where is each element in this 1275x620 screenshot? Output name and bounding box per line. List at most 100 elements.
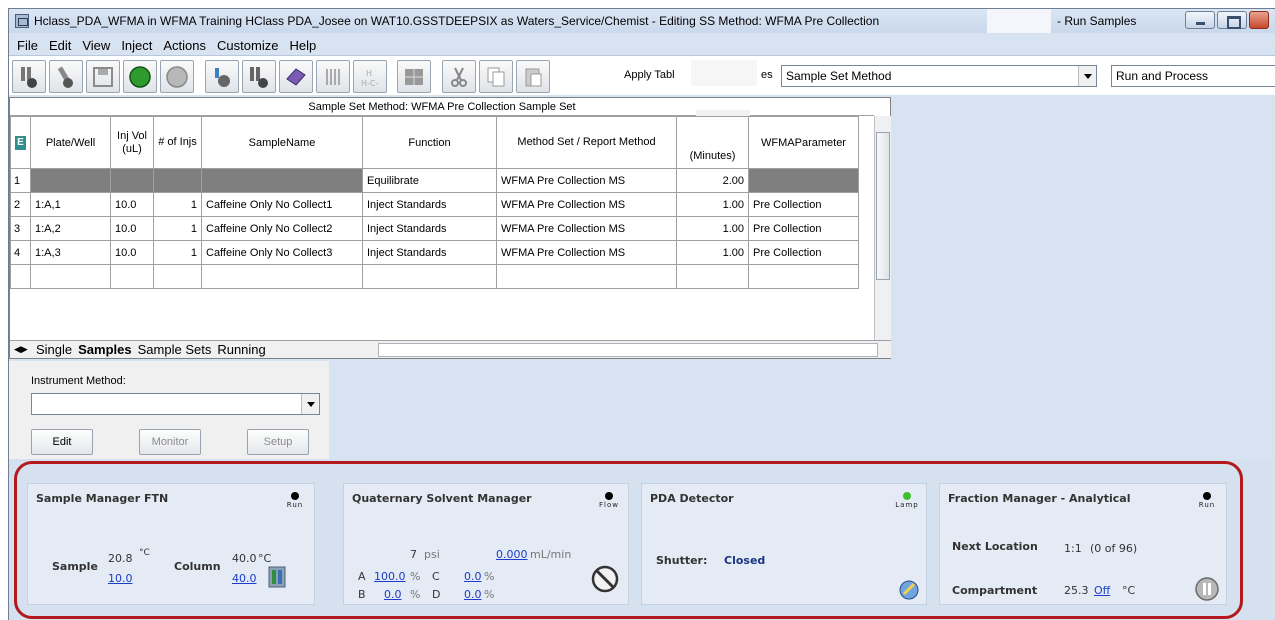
tab-samples[interactable]: Samples [78, 342, 131, 357]
cell-function[interactable]: Inject Standards [362, 216, 497, 241]
cell-vol[interactable]: 10.0 [110, 216, 154, 241]
table-row[interactable]: 2 1:A,1 10.0 1 Caffeine Only No Collect1… [10, 192, 859, 217]
table-row[interactable]: 1 Equilibrate WFMA Pre Collection MS 2.0… [10, 168, 859, 193]
menu-help[interactable]: Help [289, 38, 316, 53]
menu-view[interactable]: View [82, 38, 110, 53]
paste-icon[interactable] [516, 60, 550, 93]
cell-plate[interactable]: 1:A,3 [30, 240, 111, 265]
col-inj-vol[interactable]: Inj Vol (uL) [110, 116, 154, 169]
grid-horizontal-scrollbar[interactable] [378, 343, 878, 357]
col-plate-well[interactable]: Plate/Well [30, 116, 111, 169]
cell-injs[interactable]: 1 [153, 216, 202, 241]
menu-edit[interactable]: Edit [49, 38, 71, 53]
cell-injs[interactable]: 1 [153, 240, 202, 265]
cell-vol[interactable]: 10.0 [110, 240, 154, 265]
application-window: Hclass_PDA_WFMA in WFMA Training HClass … [8, 8, 1275, 620]
tab-running[interactable]: Running [217, 342, 265, 357]
title-patch [987, 9, 1051, 33]
dropdown-arrow-icon[interactable] [1078, 66, 1096, 86]
dropdown-arrow-icon[interactable] [301, 394, 319, 414]
row-number[interactable]: 4 [10, 240, 31, 265]
alter-sample-icon[interactable] [49, 60, 83, 93]
cell-name[interactable]: Caffeine Only No Collect1 [201, 192, 363, 217]
close-button[interactable] [1249, 11, 1269, 29]
sample-table: E Plate/Well Inj Vol (uL) # of Injs Samp… [10, 116, 859, 289]
start-run-icon[interactable] [123, 60, 157, 93]
stop-run-icon[interactable] [160, 60, 194, 93]
table-row[interactable]: 4 1:A,3 10.0 1 Caffeine Only No Collect3… [10, 240, 859, 265]
cell-method[interactable]: WFMA Pre Collection MS [496, 240, 677, 265]
instrument-method-panel: Instrument Method: Edit Monitor Setup [9, 361, 329, 459]
method-type-value: Sample Set Method [786, 69, 892, 83]
cell-function[interactable]: Equilibrate [362, 168, 497, 193]
col-sample-name[interactable]: SampleName [201, 116, 363, 169]
cell-time[interactable]: 1.00 [676, 216, 749, 241]
hc-icon[interactable]: H H-C- [353, 60, 387, 93]
cell-time[interactable]: 1.00 [676, 192, 749, 217]
cut-icon[interactable] [442, 60, 476, 93]
window-title: Hclass_PDA_WFMA in WFMA Training HClass … [34, 14, 880, 28]
scroll-thumb[interactable] [876, 132, 890, 280]
toolbar-patch [691, 60, 757, 86]
cell-method[interactable]: WFMA Pre Collection MS [496, 216, 677, 241]
plate-icon[interactable] [279, 60, 313, 93]
cell-vol[interactable]: 10.0 [110, 192, 154, 217]
row-number[interactable]: 3 [10, 216, 31, 241]
menu-actions[interactable]: Actions [163, 38, 206, 53]
col-run-time[interactable]: (Minutes) [676, 116, 749, 169]
cell-plate[interactable] [30, 168, 111, 193]
run-mode-select[interactable]: Run and Process [1111, 65, 1275, 87]
menu-file[interactable]: File [17, 38, 38, 53]
inject-vial-icon[interactable] [12, 60, 46, 93]
save-icon[interactable] [86, 60, 120, 93]
cell-param[interactable]: Pre Collection [748, 240, 859, 265]
tab-single[interactable]: Single [36, 342, 72, 357]
row-number[interactable]: 2 [10, 192, 31, 217]
view-tabs: ◀▶ Single Samples Sample Sets Running [10, 340, 891, 358]
minimize-button[interactable] [1185, 11, 1215, 29]
grid-vertical-scrollbar[interactable] [874, 116, 891, 340]
cell-param[interactable] [748, 168, 859, 193]
cell-method[interactable]: WFMA Pre Collection MS [496, 192, 677, 217]
cell-param[interactable]: Pre Collection [748, 192, 859, 217]
menu-customize[interactable]: Customize [217, 38, 278, 53]
grid-icon[interactable] [397, 60, 431, 93]
cell-injs[interactable]: 1 [153, 192, 202, 217]
cell-name[interactable]: Caffeine Only No Collect3 [201, 240, 363, 265]
cell-plate[interactable]: 1:A,2 [30, 216, 111, 241]
cell-name[interactable] [201, 168, 363, 193]
col-num-injs[interactable]: # of Injs [153, 116, 202, 169]
menu-inject[interactable]: Inject [121, 38, 152, 53]
maximize-button[interactable] [1217, 11, 1247, 29]
col-function[interactable]: Function [362, 116, 497, 169]
col-method-set[interactable]: Method Set / Report Method [496, 116, 677, 169]
setup-button[interactable]: Setup [247, 429, 309, 455]
col-wfma-parameter[interactable]: WFMAParameter [748, 116, 859, 169]
cell-injs[interactable] [153, 168, 202, 193]
cell-time[interactable]: 1.00 [676, 240, 749, 265]
columns-icon[interactable] [316, 60, 350, 93]
monitor-button[interactable]: Monitor [139, 429, 201, 455]
row-number[interactable]: 1 [10, 168, 31, 193]
cell-name[interactable]: Caffeine Only No Collect2 [201, 216, 363, 241]
prepare-icon[interactable] [205, 60, 239, 93]
cell-vol[interactable] [110, 168, 154, 193]
table-row-empty[interactable] [10, 264, 859, 289]
cell-plate[interactable]: 1:A,1 [30, 192, 111, 217]
cell-time[interactable]: 2.00 [676, 168, 749, 193]
cell-function[interactable]: Inject Standards [362, 192, 497, 217]
tab-nav-arrows-icon[interactable]: ◀▶ [10, 344, 36, 355]
vial-pair-icon[interactable] [242, 60, 276, 93]
method-type-select[interactable]: Sample Set Method [781, 65, 1097, 87]
row-header-icon[interactable]: E [10, 116, 31, 169]
instrument-method-select[interactable] [31, 393, 320, 415]
copy-icon[interactable] [479, 60, 513, 93]
tab-sample-sets[interactable]: Sample Sets [138, 342, 212, 357]
cell-param[interactable]: Pre Collection [748, 216, 859, 241]
instrument-method-label: Instrument Method: [31, 375, 126, 387]
table-row[interactable]: 3 1:A,2 10.0 1 Caffeine Only No Collect2… [10, 216, 859, 241]
cell-function[interactable]: Inject Standards [362, 240, 497, 265]
edit-button[interactable]: Edit [31, 429, 93, 455]
cell-method[interactable]: WFMA Pre Collection MS [496, 168, 677, 193]
toolbar: H H-C- Apply Tabl es Sample Set Method Ru… [9, 55, 1275, 95]
